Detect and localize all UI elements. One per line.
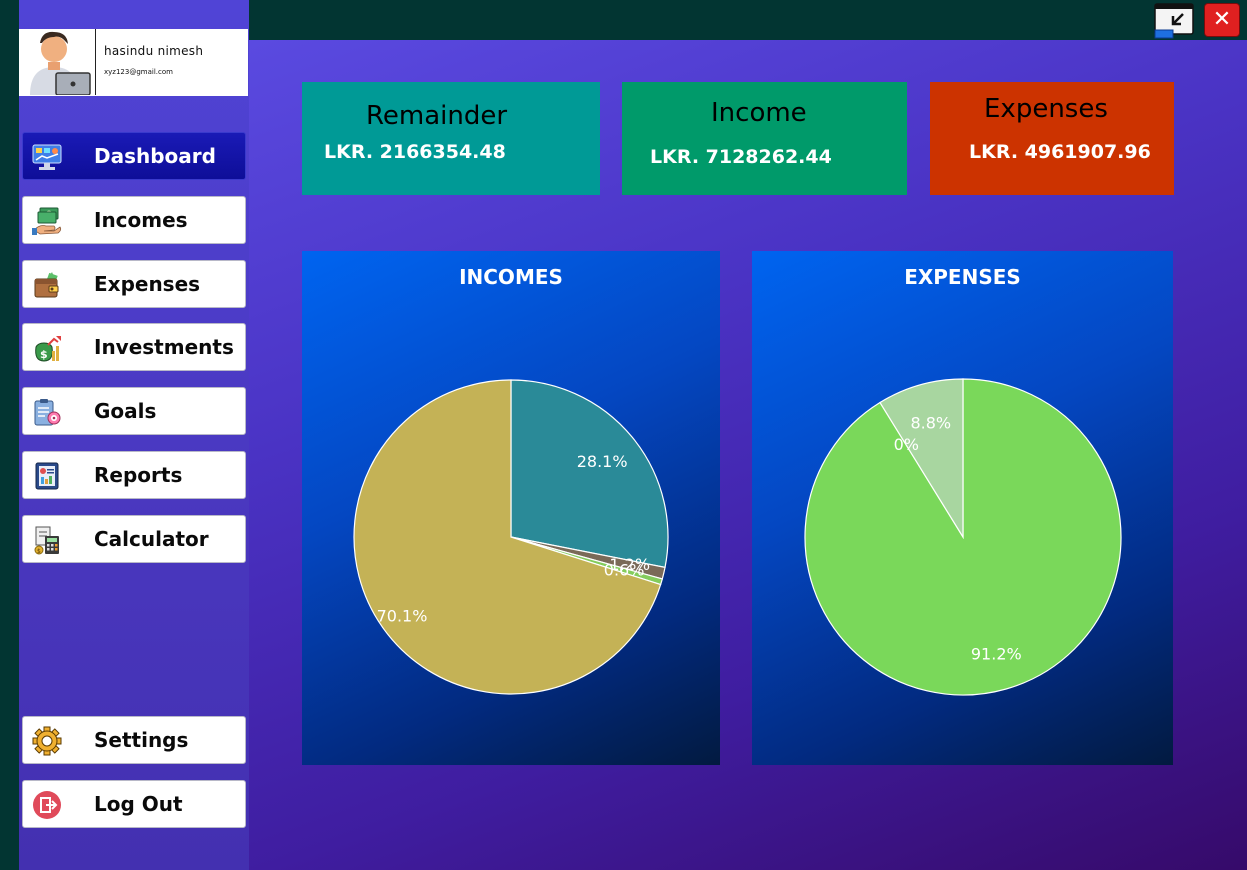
avatar (20, 29, 96, 96)
dashboard-monitor-icon (32, 142, 62, 172)
incomes-pie-chart: 28.1%1.2%0.6%70.1% (353, 379, 669, 695)
nav-investments[interactable]: $ Investments (22, 323, 246, 371)
expenses-card: Expenses LKR. 4961907.96 (930, 82, 1174, 195)
income-title: Income (711, 98, 807, 128)
calculator-icon: $ (32, 525, 62, 555)
expenses-pie-chart: 91.2% 0% 8.8% (804, 378, 1122, 696)
wallet-icon (32, 270, 62, 300)
user-email: xyz123@gmail.com (104, 68, 173, 76)
expenses-slice-label-2: 8.8% (910, 413, 951, 432)
expenses-value: LKR. 4961907.96 (969, 141, 1151, 163)
remainder-card: Remainder LKR. 2166354.48 (302, 82, 600, 195)
nav-dashboard[interactable]: Dashboard (22, 132, 246, 180)
nav-calculator[interactable]: $ Calculator (22, 515, 246, 563)
income-card: Income LKR. 7128262.44 (622, 82, 907, 195)
nav-incomes-label: Incomes (94, 208, 188, 232)
nav-settings[interactable]: Settings (22, 716, 246, 764)
nav-goals[interactable]: Goals (22, 387, 246, 435)
income-value: LKR. 7128262.44 (650, 146, 832, 168)
expenses-slice-label-0: 91.2% (971, 644, 1022, 663)
dashboard-main: Remainder LKR. 2166354.48 Income LKR. 71… (249, 40, 1247, 870)
incomes-slice-label-2: 0.6% (604, 561, 645, 580)
gear-icon (32, 726, 62, 756)
remainder-title: Remainder (366, 101, 508, 131)
nav-settings-label: Settings (94, 728, 189, 752)
remainder-value: LKR. 2166354.48 (324, 141, 506, 163)
nav-expenses-label: Expenses (94, 272, 201, 296)
incomes-slice-label-3: 70.1% (377, 607, 428, 626)
svg-text:$: $ (40, 348, 48, 361)
goals-clipboard-icon (32, 397, 62, 427)
incomes-chart-panel: INCOMES 28.1% 1.2% 0.6% 70.1% (302, 251, 720, 765)
nav-incomes[interactable]: Incomes (22, 196, 246, 244)
investment-growth-icon: $ (32, 333, 62, 363)
nav-dashboard-label: Dashboard (94, 144, 216, 168)
svg-text:$: $ (37, 548, 41, 555)
money-hand-icon (32, 206, 62, 236)
nav-investments-label: Investments (94, 335, 234, 359)
report-document-icon (32, 461, 62, 491)
nav-goals-label: Goals (94, 399, 157, 423)
user-profile: hasindu nimesh xyz123@gmail.com (19, 29, 248, 96)
expenses-title: Expenses (984, 94, 1108, 124)
restore-window-button[interactable] (1153, 2, 1195, 40)
sidebar: hasindu nimesh xyz123@gmail.com Dashboar… (19, 0, 249, 870)
nav-logout[interactable]: Log Out (22, 780, 246, 828)
expenses-chart-panel: EXPENSES 91.2% 0% 8.8% (752, 251, 1173, 765)
incomes-slice-label-0: 28.1% (577, 452, 628, 471)
incomes-slice-0 (510, 379, 669, 569)
nav-calculator-label: Calculator (94, 527, 209, 551)
nav-expenses[interactable]: Expenses (22, 260, 246, 308)
expenses-slice-label-1: 0% (894, 435, 919, 454)
nav-logout-label: Log Out (94, 792, 183, 816)
close-icon: ✕ (1212, 7, 1232, 32)
title-bar (249, 0, 1247, 40)
user-name: hasindu nimesh (104, 44, 204, 58)
logout-icon (32, 790, 62, 820)
nav-reports-label: Reports (94, 463, 183, 487)
nav-reports[interactable]: Reports (22, 451, 246, 499)
close-window-button[interactable]: ✕ (1204, 3, 1240, 37)
